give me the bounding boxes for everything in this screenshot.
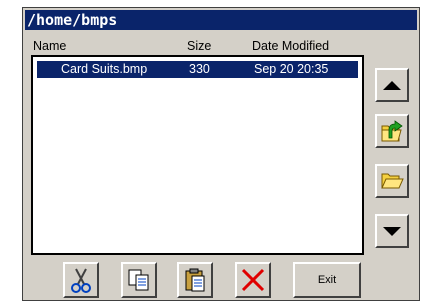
folder-up-icon [381, 120, 403, 142]
scroll-down-button[interactable] [375, 214, 409, 248]
exit-button[interactable]: Exit [293, 262, 361, 298]
file-size: 330 [189, 62, 210, 76]
list-item[interactable]: Card Suits.bmp 330 Sep 20 20:35 [37, 61, 358, 78]
parent-folder-button[interactable] [375, 114, 409, 148]
open-folder-button[interactable] [375, 164, 409, 198]
paste-button[interactable] [177, 262, 213, 298]
file-browser-window: /home/bmps Name Size Date Modified Card … [22, 7, 420, 301]
cut-button[interactable] [63, 262, 99, 298]
open-folder-icon [381, 173, 404, 189]
paste-icon [185, 268, 205, 292]
delete-button[interactable] [235, 262, 271, 298]
file-name: Card Suits.bmp [61, 62, 148, 76]
copy-button[interactable] [121, 262, 157, 298]
column-header-date[interactable]: Date Modified [252, 39, 329, 53]
delete-x-icon [241, 268, 265, 292]
file-date: Sep 20 20:35 [254, 62, 329, 76]
file-list[interactable]: Card Suits.bmp 330 Sep 20 20:35 [31, 55, 364, 255]
column-header-size[interactable]: Size [187, 39, 211, 53]
scroll-up-button[interactable] [375, 68, 409, 102]
copy-icon [128, 269, 149, 291]
window-title: /home/bmps [25, 10, 417, 30]
down-arrow-icon [383, 227, 401, 236]
scissors-icon [71, 268, 91, 293]
up-arrow-icon [383, 81, 401, 90]
column-header-name[interactable]: Name [33, 39, 66, 53]
